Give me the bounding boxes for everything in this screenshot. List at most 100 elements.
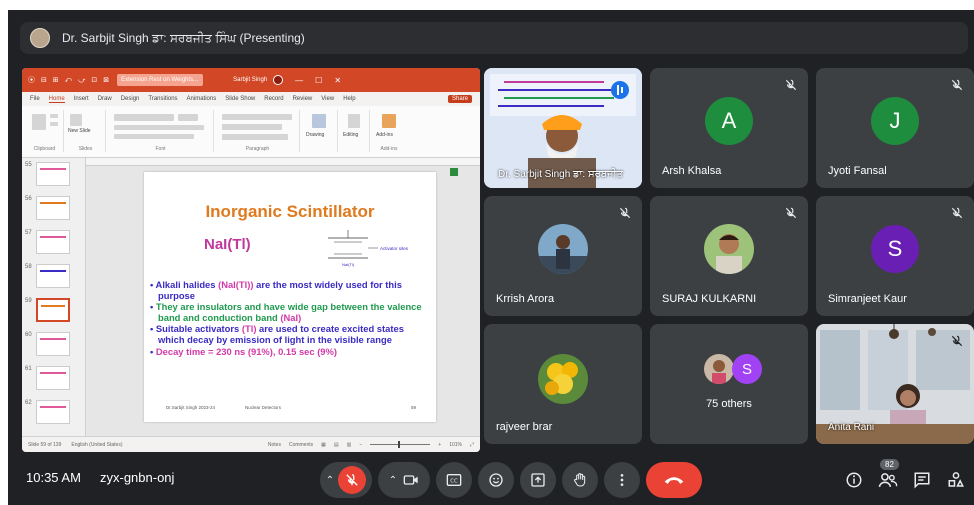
people-button[interactable]: 82 [874,459,902,494]
chat-icon[interactable] [913,471,931,489]
more-options-button[interactable] [604,462,640,498]
slide-title: Inorganic Scintillator [205,202,375,221]
participant-tile-simranjeet[interactable]: S Simranjeet Kaur [816,196,974,316]
meeting-details-button[interactable] [840,466,868,494]
menu-file[interactable]: File [30,96,40,102]
captions-button[interactable]: CC [436,462,472,498]
find-icon[interactable] [348,114,360,128]
menu-slideshow[interactable]: Slide Show [225,96,255,102]
chevron-up-icon[interactable]: ⌃ [389,475,397,486]
raise-hand-icon[interactable] [572,472,588,488]
editing-label[interactable]: Editing [343,132,358,138]
chat-button[interactable] [908,466,936,494]
activities-icon[interactable] [947,471,965,489]
font-color-buttons[interactable] [114,134,194,139]
indent-buttons[interactable] [222,124,282,130]
addins-icon[interactable] [382,114,396,128]
slide-footer: Dr.Sarbjit Singh 2023-24 Nuclear Detecto… [166,405,416,410]
chevron-up-icon[interactable]: ⌃ [326,475,334,486]
menu-review[interactable]: Review [293,96,313,102]
people-icon[interactable] [878,471,898,489]
present-button[interactable] [520,462,556,498]
new-slide-icon[interactable] [70,114,82,126]
minimize-icon[interactable]: — [295,76,303,85]
menu-view[interactable]: View [321,96,334,102]
end-call-button[interactable] [646,462,702,498]
reading-view-icon[interactable]: ▥ [347,442,352,448]
slide-thumbnail[interactable] [36,332,70,356]
participant-tile-suraj[interactable]: SURAJ KULKARNI [650,196,808,316]
record-icon[interactable] [273,75,284,85]
menu-help[interactable]: Help [343,96,355,102]
present-icon[interactable] [530,472,546,488]
mic-off-icon[interactable] [338,466,367,494]
more-options-icon[interactable] [614,472,630,488]
emoji-button[interactable] [478,462,514,498]
slide-thumbnail[interactable] [36,264,70,288]
slide-thumbnail[interactable] [36,196,70,220]
slide-thumbnail[interactable] [36,230,70,254]
current-slide[interactable]: Inorganic Scintillator NaI(Tl) Activator… [144,172,436,422]
menu-record[interactable]: Record [264,96,283,102]
shapes-icon[interactable] [312,114,326,128]
activities-button[interactable] [942,466,970,494]
sorter-view-icon[interactable]: ▤ [334,442,339,448]
slide-thumbnail[interactable] [36,366,70,390]
close-icon[interactable]: ✕ [334,76,341,85]
drawing-label[interactable]: Drawing [306,132,324,138]
zoom-slider[interactable] [370,441,431,448]
menu-design[interactable]: Design [121,96,140,102]
participant-name: Jyoti Fansal [828,165,887,177]
participant-tile-rajveer[interactable]: rajveer brar [484,324,642,444]
avatar [704,223,754,274]
new-slide-label[interactable]: New Slide [68,128,91,134]
maximize-icon[interactable]: ☐ [315,76,322,85]
font-name-field[interactable] [114,114,174,121]
mic-control[interactable]: ⌃ [320,462,372,498]
menu-draw[interactable]: Draw [98,96,112,102]
comments-button[interactable]: Comments [289,442,313,448]
camera-icon[interactable] [403,473,419,487]
addins-label[interactable]: Add-ins [376,132,393,138]
zoom-level[interactable]: 101% [449,442,462,448]
menu-animations[interactable]: Animations [187,96,217,102]
zoom-out-icon[interactable]: − [359,442,362,448]
notes-button[interactable]: Notes [268,442,281,448]
bullet-text: (NaI) [280,311,302,323]
language-indicator[interactable]: English (United States) [71,442,122,448]
captions-icon[interactable]: CC [446,473,462,487]
paste-icon[interactable] [32,114,46,130]
slide-thumbnail[interactable] [36,162,70,186]
ppt-search-box[interactable]: Extension Rest on Weights... [117,74,204,86]
participant-tile-anita[interactable]: Anita Rani [816,324,974,444]
participant-tile-others[interactable]: S 75 others [650,324,808,444]
slide-thumbnail-selected[interactable] [36,298,70,322]
participant-tile-presenter[interactable]: Dr. Sarbjit Singh ਡਾ: ਸਰਬਜੀਤ [484,68,642,188]
fit-slide-icon[interactable]: ⤢ [470,442,474,448]
list-buttons[interactable] [222,114,292,120]
mic-off-icon [951,207,963,219]
shared-screen[interactable]: ⦿ ⊟ ⊞ ⤺ ⤻ ⊡ ⊠ Extension Rest on Weights.… [22,68,480,452]
font-format-buttons[interactable] [114,125,204,130]
copy-icon[interactable] [50,122,58,126]
menu-transitions[interactable]: Transitions [148,96,177,102]
zoom-in-icon[interactable]: + [438,442,441,448]
cut-icon[interactable] [50,114,58,118]
meeting-code[interactable]: zyx-gnbn-onj [100,470,174,485]
font-size-field[interactable] [178,114,198,121]
slide-thumbnail[interactable] [36,400,70,424]
menu-insert[interactable]: Insert [74,96,89,102]
normal-view-icon[interactable]: ▦ [321,442,326,448]
menu-home[interactable]: Home [48,96,65,103]
camera-control[interactable]: ⌃ [378,462,430,498]
quick-access-toolbar[interactable]: ⦿ ⊟ ⊞ ⤺ ⤻ ⊡ ⊠ [28,75,111,85]
raise-hand-button[interactable] [562,462,598,498]
align-buttons[interactable] [222,134,288,140]
end-call-icon[interactable] [663,474,685,486]
emoji-icon[interactable] [488,472,504,488]
participant-tile-jyoti[interactable]: J Jyoti Fansal [816,68,974,188]
participant-tile-arsh[interactable]: A Arsh Khalsa [650,68,808,188]
share-button[interactable]: Share [447,95,472,103]
participant-tile-krrish[interactable]: Krrish Arora [484,196,642,316]
info-icon[interactable] [845,471,863,489]
